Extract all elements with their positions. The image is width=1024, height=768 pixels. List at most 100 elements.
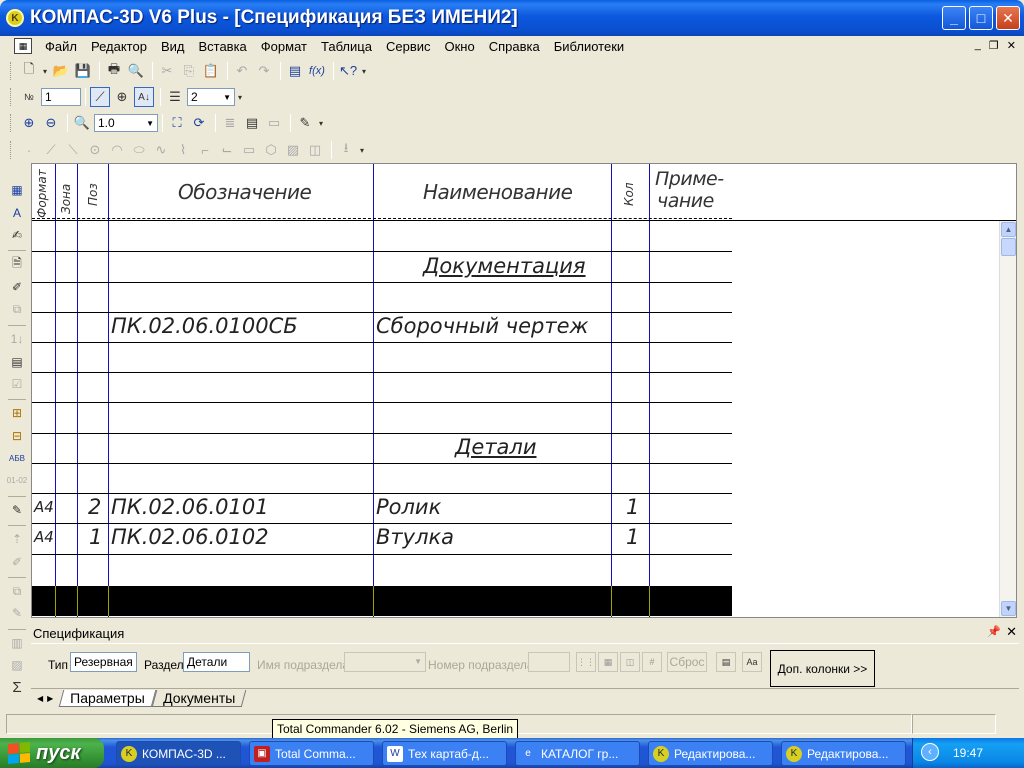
- cell-format[interactable]: А4: [34, 498, 54, 516]
- dropdown-arrow-icon[interactable]: ▾: [317, 113, 325, 133]
- cell-designation[interactable]: ПК.02.06.0100СБ: [111, 314, 298, 338]
- add-row-icon[interactable]: ⊟: [6, 426, 28, 446]
- mdi-minimize-icon[interactable]: _: [975, 39, 981, 52]
- grid-icon[interactable]: ▦: [598, 652, 618, 672]
- mdi-restore-icon[interactable]: ❐: [989, 39, 999, 52]
- vertical-scrollbar[interactable]: ▲ ▼: [999, 221, 1016, 617]
- cell-name[interactable]: Сборочный чертеж: [376, 314, 588, 338]
- contour-icon[interactable]: ◫: [305, 140, 325, 160]
- layout-mode-icon[interactable]: ▭: [264, 113, 284, 133]
- tab-scroll-left-icon[interactable]: ◀: [37, 694, 43, 703]
- scroll-thumb[interactable]: [1001, 238, 1016, 256]
- panel-close-icon[interactable]: ✕: [1006, 624, 1017, 640]
- kompas-app-icon[interactable]: K: [6, 9, 24, 27]
- section-details[interactable]: Детали: [455, 435, 537, 459]
- selected-row[interactable]: [32, 586, 732, 616]
- insert-fragment-icon[interactable]: ⭳: [336, 140, 356, 160]
- pin-icon[interactable]: 📌: [987, 625, 1001, 638]
- show-hidden-icons-icon[interactable]: ‹: [921, 743, 939, 761]
- task-word-doc[interactable]: W Тех картаб-д...: [382, 741, 507, 766]
- tab-documents[interactable]: Документы: [151, 689, 247, 707]
- maximize-button[interactable]: □: [969, 6, 993, 30]
- open-folder-icon[interactable]: 📂: [51, 61, 71, 81]
- cell-name[interactable]: Втулка: [376, 525, 454, 549]
- snap-icon[interactable]: ⟋: [90, 87, 110, 107]
- number-field[interactable]: 1: [41, 88, 81, 106]
- scroll-up-icon[interactable]: ▲: [1001, 222, 1016, 237]
- edit-object-icon[interactable]: ✐: [6, 277, 28, 297]
- refresh-view-icon[interactable]: ⟳: [189, 113, 209, 133]
- split-icon[interactable]: ◫: [620, 652, 640, 672]
- type-field[interactable]: Резервная: [70, 652, 137, 672]
- globe-icon[interactable]: ⊕: [112, 87, 132, 107]
- arc-icon[interactable]: ◠: [107, 140, 127, 160]
- zoom-scale-icon[interactable]: 🔍: [72, 113, 92, 133]
- numbering-icon[interactable]: 1↓: [6, 329, 28, 349]
- cell-format[interactable]: А4: [34, 528, 54, 546]
- manager-icon[interactable]: ▤: [285, 61, 305, 81]
- pen-icon[interactable]: ✎: [295, 113, 315, 133]
- row-edit-icon[interactable]: ✐: [6, 552, 28, 572]
- document-menu-icon[interactable]: ▦: [14, 38, 32, 54]
- print-preview-icon[interactable]: 🔍: [126, 61, 146, 81]
- copy-object-icon[interactable]: ⧉: [6, 300, 28, 320]
- auxiliary-line-icon[interactable]: ⟋: [41, 140, 61, 160]
- scroll-down-icon[interactable]: ▼: [1001, 601, 1016, 616]
- cell-name[interactable]: Ролик: [376, 495, 441, 519]
- subsection-name-select[interactable]: ▼: [344, 652, 426, 672]
- renumber-icon[interactable]: 01-02: [6, 470, 28, 490]
- cell-qty[interactable]: 1: [626, 495, 639, 519]
- cell-qty[interactable]: 1: [626, 525, 639, 549]
- menu-format[interactable]: Формат: [254, 39, 314, 54]
- spline-icon[interactable]: ∿: [151, 140, 171, 160]
- specification-document[interactable]: Формат Зона Поз Обозначение Наименование…: [31, 163, 1017, 618]
- chamfer-icon[interactable]: ⌙: [217, 140, 237, 160]
- menu-file[interactable]: Файл: [38, 39, 84, 54]
- zoom-in-icon[interactable]: ⊕: [19, 113, 39, 133]
- task-editor-1[interactable]: K Редактирова...: [648, 741, 773, 766]
- context-help-icon[interactable]: ↖?: [338, 61, 358, 81]
- text-icon[interactable]: A: [6, 202, 28, 222]
- toolbar-grip[interactable]: [10, 114, 13, 132]
- mdi-close-icon[interactable]: ✕: [1007, 39, 1016, 52]
- line-style-icon[interactable]: ☰: [165, 87, 185, 107]
- text-style-icon[interactable]: Aa: [742, 652, 762, 672]
- dropdown-arrow-icon[interactable]: ▼: [146, 119, 154, 128]
- attach-icon[interactable]: ✎: [6, 603, 28, 623]
- merge-icon[interactable]: ⧉: [6, 581, 28, 601]
- archive-icon[interactable]: ▨: [6, 655, 28, 675]
- menu-help[interactable]: Справка: [482, 39, 547, 54]
- menu-libraries[interactable]: Библиотеки: [547, 39, 631, 54]
- task-catalog[interactable]: e КАТАЛОГ гр...: [515, 741, 640, 766]
- section-field[interactable]: Детали: [183, 652, 250, 672]
- print-icon[interactable]: 🖶: [104, 61, 124, 81]
- copy-icon[interactable]: ⎘: [179, 61, 199, 81]
- segment-icon[interactable]: ⟍: [63, 140, 83, 160]
- task-kompas[interactable]: K КОМПАС-3D ...: [116, 741, 241, 766]
- sort-icon[interactable]: A↓: [134, 87, 154, 107]
- dropdown-arrow-icon[interactable]: ▼: [414, 657, 422, 666]
- task-editor-2[interactable]: K Редактирова...: [781, 741, 906, 766]
- dropdown-arrow-icon[interactable]: ▾: [41, 61, 49, 81]
- add-abc-icon[interactable]: АБВ: [6, 448, 28, 468]
- normal-mode-icon[interactable]: ≣: [220, 113, 240, 133]
- dropdown-arrow-icon[interactable]: ▼: [223, 93, 231, 102]
- polyline-icon[interactable]: ⌇: [173, 140, 193, 160]
- clock[interactable]: 19:47: [953, 746, 983, 760]
- tab-scroll-right-icon[interactable]: ▶: [47, 694, 53, 703]
- zoom-select[interactable]: 1.0 ▼: [94, 114, 158, 132]
- cell-designation[interactable]: ПК.02.06.0101: [111, 495, 269, 519]
- minimize-button[interactable]: _: [942, 6, 966, 30]
- undo-icon[interactable]: ↶: [232, 61, 252, 81]
- fillet-icon[interactable]: ⌐: [195, 140, 215, 160]
- save-icon[interactable]: 💾: [73, 61, 93, 81]
- row-up-icon[interactable]: ⇡: [6, 529, 28, 549]
- menu-insert[interactable]: Вставка: [191, 39, 253, 54]
- form-icon[interactable]: ▤: [716, 652, 736, 672]
- table-icon[interactable]: ▤: [6, 351, 28, 371]
- rectangle-icon[interactable]: ▭: [239, 140, 259, 160]
- menu-edit[interactable]: Редактор: [84, 39, 154, 54]
- page-mode-icon[interactable]: ▤: [242, 113, 262, 133]
- zoom-out-icon[interactable]: ⊖: [41, 113, 61, 133]
- tab-parameters[interactable]: Параметры: [59, 689, 157, 707]
